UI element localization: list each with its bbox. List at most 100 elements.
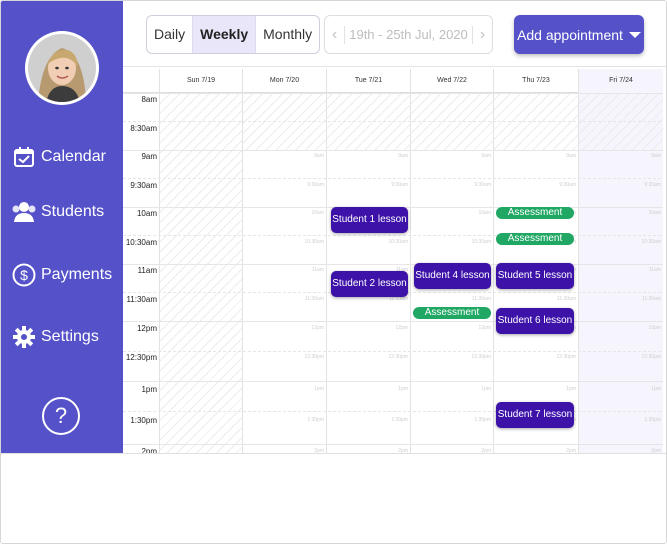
day-header: Sun 7/19 bbox=[159, 69, 242, 93]
app-frame: Calendar Students $ Payments Settings ? bbox=[0, 0, 667, 544]
sidebar-item-label: Settings bbox=[41, 328, 99, 345]
sidebar-item-calendar[interactable]: Calendar bbox=[11, 144, 106, 170]
slot-time-label: 1pm bbox=[481, 386, 491, 392]
time-label: 10:30am bbox=[125, 238, 157, 247]
slot-time-label: 12pm bbox=[648, 325, 661, 331]
half-hour-line bbox=[123, 351, 663, 352]
slot-time-label: 12pm bbox=[311, 325, 324, 331]
caret-down-icon bbox=[628, 31, 641, 38]
slot-time-label: 11:30am bbox=[556, 296, 576, 302]
chevron-right-icon[interactable]: › bbox=[472, 25, 492, 44]
slot-time-label: 9am bbox=[566, 153, 576, 159]
slot-time-label: 11am bbox=[648, 267, 661, 273]
week-calendar: Sun 7/19 Mon 7/20 Tue 7/21 Wed 7/22 Thu … bbox=[123, 69, 663, 453]
view-monthly-button[interactable]: Monthly bbox=[256, 16, 319, 53]
time-label: 9am bbox=[141, 152, 157, 161]
sidebar-item-payments[interactable]: $ Payments bbox=[11, 262, 112, 288]
time-label: 12:30pm bbox=[125, 353, 157, 362]
hour-line bbox=[123, 93, 663, 94]
hour-line bbox=[123, 444, 663, 445]
time-label: 12pm bbox=[136, 324, 157, 333]
slot-time-label: 9:30am bbox=[307, 182, 324, 188]
day-column-sun[interactable] bbox=[159, 93, 242, 453]
sidebar: Calendar Students $ Payments Settings ? bbox=[1, 1, 123, 453]
time-label: 1pm bbox=[141, 385, 157, 394]
sidebar-item-label: Payments bbox=[41, 266, 113, 283]
time-label: 11am bbox=[137, 266, 157, 275]
view-daily-button[interactable]: Daily bbox=[147, 16, 194, 53]
appointment-student-4-lesson[interactable]: Student 4 lesson bbox=[414, 263, 491, 289]
slot-time-label: 9:30am bbox=[644, 182, 661, 188]
half-hour-line bbox=[123, 121, 663, 122]
slot-time-label: 9:30am bbox=[559, 182, 576, 188]
day-header: Mon 7/20 bbox=[242, 69, 326, 93]
date-range-label: 19th - 25th Jul, 2020 bbox=[349, 27, 468, 42]
slot-time-label: 9am bbox=[481, 153, 491, 159]
sidebar-item-students[interactable]: Students bbox=[11, 199, 104, 225]
time-label: 8am bbox=[141, 95, 157, 104]
slot-time-label: 9am bbox=[398, 153, 408, 159]
hour-line bbox=[123, 381, 663, 382]
calendar-check-icon bbox=[11, 144, 37, 170]
slot-time-label: 11:30am bbox=[304, 296, 324, 302]
slot-time-label: 9am bbox=[651, 153, 661, 159]
slot-time-label: 10:30am bbox=[304, 239, 324, 245]
avatar[interactable] bbox=[25, 31, 99, 105]
day-header: Wed 7/22 bbox=[410, 69, 493, 93]
help-button[interactable]: ? bbox=[42, 397, 80, 435]
users-icon bbox=[11, 199, 37, 225]
svg-text:$: $ bbox=[20, 267, 28, 283]
empty-footer-area bbox=[1, 453, 666, 543]
slot-time-label: 12:30pm bbox=[471, 354, 491, 360]
day-header: Thu 7/23 bbox=[493, 69, 578, 93]
dollar-circle-icon: $ bbox=[11, 262, 37, 288]
slot-time-label: 1pm bbox=[651, 386, 661, 392]
appointment-assessment[interactable]: Assessment bbox=[496, 233, 574, 245]
half-hour-line bbox=[123, 235, 663, 236]
view-switcher: Daily Weekly Monthly bbox=[146, 15, 321, 54]
day-header: Fri 7/24 bbox=[578, 69, 663, 93]
appointment-student-1-lesson[interactable]: Student 1 lesson bbox=[331, 207, 408, 233]
date-range-picker: ‹ 19th - 25th Jul, 2020 › bbox=[324, 15, 493, 54]
slot-time-label: 10am bbox=[311, 210, 324, 216]
slot-time-label: 1:30pm bbox=[307, 417, 324, 423]
appointment-assessment[interactable]: Assessment bbox=[413, 307, 491, 319]
time-label: 8:30am bbox=[130, 124, 157, 133]
sidebar-item-settings[interactable]: Settings bbox=[11, 324, 99, 350]
slot-time-label: 12:30pm bbox=[304, 354, 324, 360]
slot-time-label: 10:30am bbox=[471, 239, 491, 245]
slot-time-label: 10:30am bbox=[388, 239, 408, 245]
hour-line bbox=[123, 150, 663, 151]
gear-icon bbox=[11, 324, 37, 350]
help-icon: ? bbox=[54, 403, 68, 428]
appointment-student-6-lesson[interactable]: Student 6 lesson bbox=[496, 308, 574, 334]
appointment-student-5-lesson[interactable]: Student 5 lesson bbox=[496, 263, 574, 289]
hour-line bbox=[123, 321, 663, 322]
time-label: 10am bbox=[136, 209, 157, 218]
slot-time-label: 9:30am bbox=[391, 182, 408, 188]
half-hour-line bbox=[123, 178, 663, 179]
appointment-student-7-lesson[interactable]: Student 7 lesson bbox=[496, 402, 574, 428]
day-header-row: Sun 7/19 Mon 7/20 Tue 7/21 Wed 7/22 Thu … bbox=[123, 69, 663, 93]
slot-time-label: 1:30pm bbox=[644, 417, 661, 423]
toolbar: Daily Weekly Monthly ‹ 19th - 25th Jul, … bbox=[123, 1, 666, 67]
slot-time-label: 1pm bbox=[314, 386, 324, 392]
slot-time-label: 12:30pm bbox=[556, 354, 576, 360]
time-label: 1:30pm bbox=[130, 416, 157, 425]
sidebar-item-label: Calendar bbox=[41, 148, 106, 165]
appointment-student-2-lesson[interactable]: Student 2 lesson bbox=[331, 271, 408, 297]
time-label: 11:30am bbox=[126, 295, 157, 304]
slot-time-label: 1:30pm bbox=[391, 417, 408, 423]
slot-time-label: 12pm bbox=[395, 325, 408, 331]
sidebar-item-label: Students bbox=[41, 203, 105, 220]
add-appointment-label: Add appointment bbox=[517, 26, 623, 43]
slot-time-label: 9am bbox=[314, 153, 324, 159]
slot-time-label: 1pm bbox=[566, 386, 576, 392]
add-appointment-button[interactable]: Add appointment bbox=[514, 15, 644, 54]
view-weekly-button[interactable]: Weekly bbox=[193, 16, 257, 53]
slot-time-label: 11:30am bbox=[471, 296, 491, 302]
slot-time-label: 12:30pm bbox=[641, 354, 661, 360]
appointment-assessment[interactable]: Assessment bbox=[496, 207, 574, 219]
chevron-left-icon[interactable]: ‹ bbox=[325, 25, 345, 44]
slot-time-label: 9:30am bbox=[474, 182, 491, 188]
